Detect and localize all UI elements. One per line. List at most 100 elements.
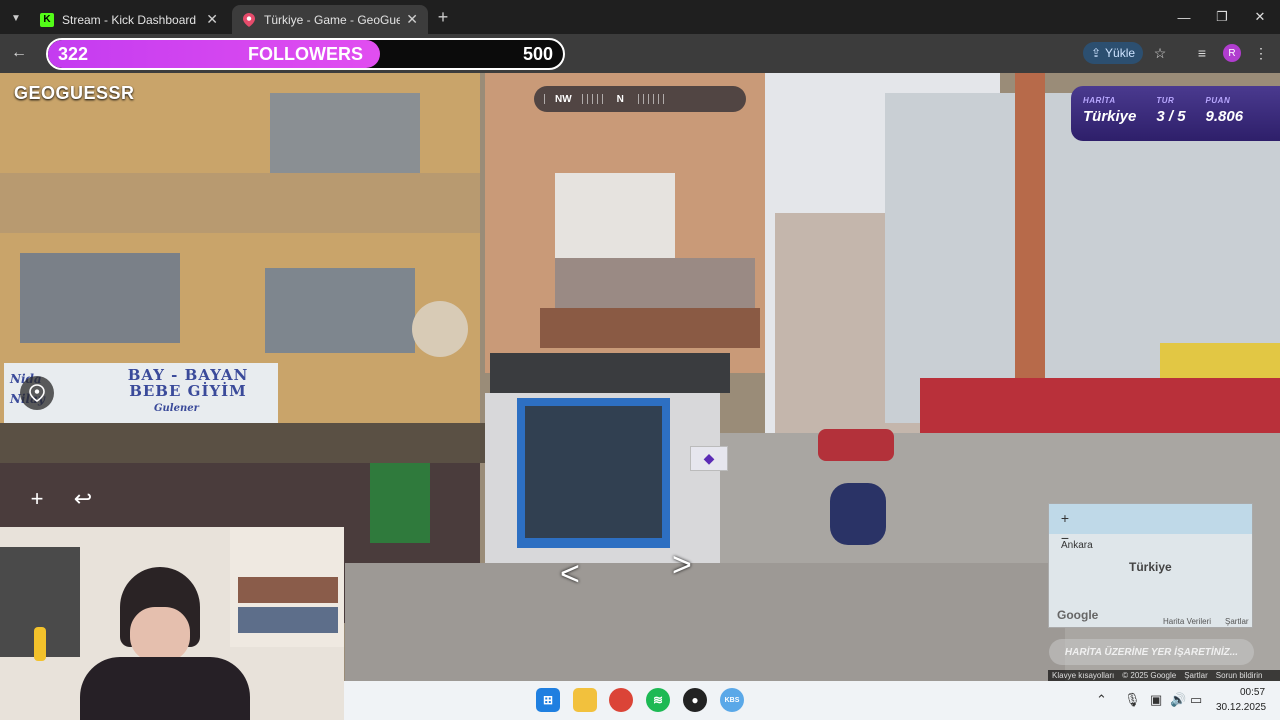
person-face <box>130 607 190 662</box>
show-hidden-icons-icon[interactable]: ⌃ <box>1096 692 1107 708</box>
window <box>555 173 675 258</box>
books <box>238 577 338 603</box>
round-value: 3 / 5 <box>1156 108 1186 125</box>
window <box>265 268 415 353</box>
sign-line-2: BEBE GİYİM <box>129 382 247 400</box>
sign-sub-text: Gulener <box>154 403 199 414</box>
balcony <box>555 258 755 308</box>
windows-start-icon[interactable]: ⊞ <box>536 688 560 712</box>
geoguessr-logo: GEOGUESSR <box>14 83 135 103</box>
game-status-panel: HARİTA Türkiye TUR 3 / 5 PUAN 9.806 <box>1071 86 1280 141</box>
terms-link[interactable]: Şartlar <box>1184 671 1208 680</box>
zoom-in-button[interactable]: + <box>20 482 54 516</box>
upload-button[interactable]: ⇪ Yükle <box>1083 42 1143 64</box>
place-guess-button[interactable]: HARİTA ÜZERİNE YER İŞARETİNİZ... <box>1049 639 1254 665</box>
building-yellow <box>1160 343 1280 383</box>
building-stripe <box>1015 73 1045 383</box>
score-value: 9.806 <box>1205 108 1244 125</box>
obs-icon[interactable]: ● <box>683 688 707 712</box>
browser-tab-strip: ▼ K Stream - Kick Dashboard ✕ Türkiye - … <box>0 0 1280 34</box>
tab-label: Stream - Kick Dashboard <box>62 12 197 27</box>
chrome-icon[interactable] <box>609 688 633 712</box>
map-data-link[interactable]: Harita Verileri <box>1163 617 1211 626</box>
red-car <box>818 429 894 461</box>
minimap-country-label: Türkiye <box>1129 560 1172 574</box>
upload-label: Yükle <box>1105 46 1136 60</box>
network-icon[interactable]: ▣ <box>1150 692 1162 708</box>
google-logo: Google <box>1057 608 1099 622</box>
person-shirt <box>80 657 250 720</box>
close-icon[interactable]: ✕ <box>406 11 418 28</box>
undo-return-button[interactable]: ↩ <box>66 482 100 516</box>
clock-date[interactable]: 30.12.2025 <box>1216 702 1266 713</box>
restore-button[interactable]: ❐ <box>1210 6 1234 28</box>
map-terms-link[interactable]: Şartlar <box>1225 617 1249 626</box>
compass: NW N <box>534 86 746 112</box>
sign-main-text: BAY - BAYAN BEBE GİYİM <box>100 367 276 399</box>
bookmark-star-icon[interactable]: ☆ <box>1149 42 1171 64</box>
sign-line-1: BAY - BAYAN <box>127 366 249 384</box>
close-icon[interactable]: ✕ <box>206 11 218 28</box>
checkpoint-button[interactable] <box>20 376 54 410</box>
balcony-base <box>540 308 760 348</box>
window <box>20 253 180 343</box>
motor-scooter <box>830 483 886 545</box>
round-label: TUR <box>1156 96 1175 105</box>
sidewalk <box>345 563 1065 681</box>
location-marker-icon: ◆ <box>690 446 728 471</box>
microphone <box>34 627 46 661</box>
copyright-text: © 2025 Google <box>1122 671 1177 680</box>
shop-awning <box>0 423 485 463</box>
report-problem-link[interactable]: Sorun bildirin <box>1216 671 1263 680</box>
media-control-icon[interactable]: ≡ <box>1191 42 1213 64</box>
kick-icon: K <box>40 12 54 27</box>
tab-label: Türkiye - Game - GeoGuessr <box>264 12 401 27</box>
keyboard-shortcuts-link[interactable]: Klavye kısayolları <box>1052 671 1114 680</box>
follower-goal: 500 <box>522 44 553 64</box>
follower-label: FOLLOWERS <box>248 44 363 64</box>
location-pin-icon <box>242 12 256 27</box>
close-window-button[interactable]: ✕ <box>1248 6 1272 28</box>
battery-icon[interactable]: ▭ <box>1190 692 1202 708</box>
compass-label-n: N <box>616 93 624 105</box>
file-explorer-icon[interactable] <box>573 688 597 712</box>
back-arrow-icon[interactable]: ← <box>8 42 30 64</box>
windows-taskbar: ⊞ ≋ ● KBS ⌃ 🎙 ▣ 🔊 ▭ 00:57 30.12.2025 <box>344 681 1280 720</box>
volume-icon[interactable]: 🔊 <box>1170 692 1186 708</box>
google-footer: Klavye kısayolları © 2025 Google Şartlar… <box>1048 670 1280 681</box>
guess-minimap[interactable]: + − Ankara Türkiye Google Harita Veriler… <box>1048 503 1253 628</box>
compass-label-nw: NW <box>555 93 572 105</box>
minimap-zoom-in-button[interactable]: + <box>1057 510 1073 526</box>
nav-arrow-right-icon[interactable]: > <box>672 548 722 582</box>
satellite-dish <box>412 301 468 357</box>
books <box>238 607 338 633</box>
browser-toolbar: ← 322 FOLLOWERS 500 ⇪ Yükle ☆ ≡ R ⋮ <box>0 34 1280 73</box>
sea <box>1049 504 1252 534</box>
clothing-display <box>370 463 430 543</box>
map-info: HARİTA Türkiye <box>1083 96 1136 131</box>
tab-kick-dashboard[interactable]: K Stream - Kick Dashboard ✕ <box>30 5 228 34</box>
upload-icon: ⇪ <box>1090 46 1102 60</box>
score-label: PUAN <box>1205 96 1231 105</box>
new-tab-button[interactable]: + <box>432 6 454 28</box>
clock-time[interactable]: 00:57 <box>1240 687 1265 698</box>
nav-arrow-left-icon[interactable]: < <box>560 557 610 591</box>
map-value: Türkiye <box>1083 108 1137 125</box>
spotify-icon[interactable]: ≋ <box>646 688 670 712</box>
round-info: TUR 3 / 5 <box>1156 96 1185 131</box>
more-menu-icon[interactable]: ⋮ <box>1250 42 1272 64</box>
kbs-icon[interactable]: KBS <box>720 688 744 712</box>
minimize-button[interactable]: — <box>1172 6 1196 28</box>
microphone-icon[interactable]: 🎙 <box>1124 692 1141 708</box>
shop-awning <box>490 353 730 393</box>
minimap-city-label: Ankara <box>1061 540 1093 551</box>
tab-search-button[interactable]: ▼ <box>6 8 26 28</box>
tab-geoguessr[interactable]: Türkiye - Game - GeoGuessr ✕ <box>232 5 428 34</box>
score-info: PUAN 9.806 <box>1206 96 1244 131</box>
map-label: HARİTA <box>1083 96 1116 105</box>
profile-avatar[interactable]: R <box>1223 44 1241 62</box>
follower-goal-bar: 322 FOLLOWERS 500 <box>46 38 565 70</box>
door-glass <box>525 406 662 538</box>
follower-count: 322 <box>58 44 89 64</box>
webcam-overlay <box>0 527 344 720</box>
